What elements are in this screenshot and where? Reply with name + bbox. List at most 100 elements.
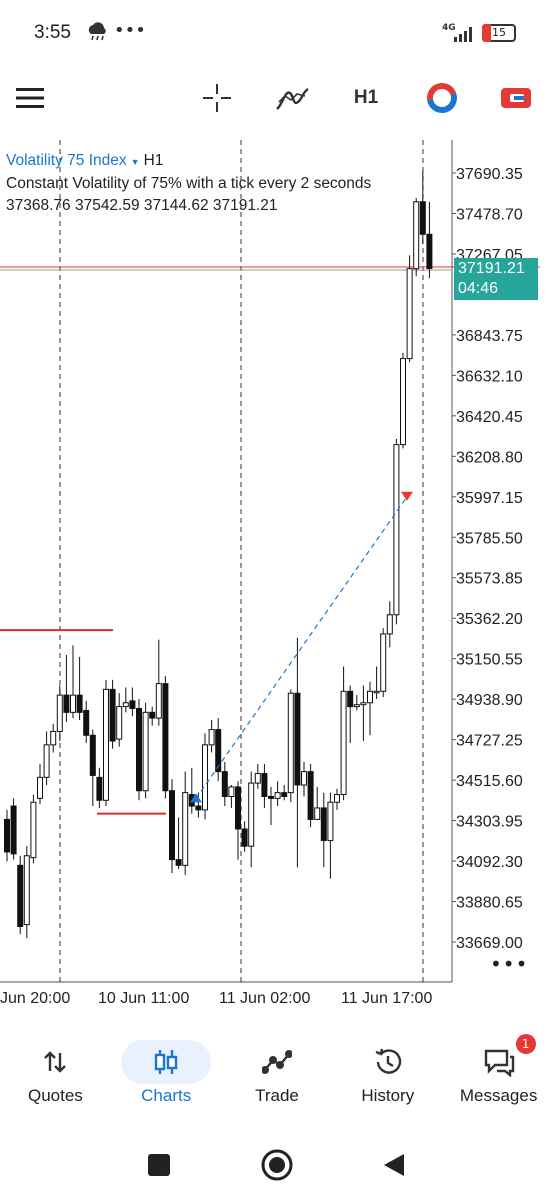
candle-body (235, 786, 241, 830)
candle-body (268, 795, 274, 799)
indicators-icon[interactable] (272, 82, 312, 114)
candle-body (136, 708, 142, 792)
nav-charts[interactable]: Charts (111, 1028, 222, 1124)
triangle-back-icon[interactable] (384, 1154, 404, 1176)
bottom-navigation: Quotes Charts Trade History 1 Messages (0, 1028, 554, 1124)
price-tick-label: 33669.00 (456, 935, 523, 952)
symbol-description: Constant Volatility of 75% with a tick e… (6, 175, 372, 192)
nav-quotes-label: Quotes (27, 1086, 83, 1105)
battery-icon: 15 (482, 24, 516, 42)
candle-body (56, 694, 63, 732)
candle-body (367, 690, 373, 704)
candle-body (347, 690, 354, 708)
price-tick-label: 35785.50 (456, 530, 523, 547)
chart-timeframe: H1 (143, 152, 164, 169)
candle-body (353, 704, 360, 708)
ellipsis-icon: ••• (114, 20, 146, 41)
candlestick-chart-icon (121, 1040, 212, 1084)
battery-level: 15 (492, 26, 506, 39)
price-tick-label: 34938.90 (456, 692, 523, 709)
candle-body (17, 864, 24, 928)
candle-body (340, 690, 347, 796)
candle-body (202, 744, 208, 811)
candle-body (23, 855, 30, 926)
timeframe-button[interactable]: H1 (346, 82, 386, 114)
price-tick-label: 37478.70 (456, 206, 523, 223)
candle-body (4, 818, 10, 853)
candle-body (10, 805, 17, 855)
symbol-name[interactable]: Volatility 75 Index (6, 152, 127, 169)
price-tick-label: 34092.30 (456, 854, 523, 871)
candle-body (175, 859, 182, 866)
candle-body (228, 786, 235, 797)
candle-body (89, 734, 96, 776)
messages-icon: 1 (454, 1034, 544, 1084)
nav-quotes[interactable]: Quotes (0, 1028, 111, 1124)
candle-body (360, 702, 367, 706)
status-time: 3:55 (34, 22, 71, 43)
chart-toolbar: H1 (0, 70, 554, 126)
candle-body (426, 233, 433, 269)
price-tick-label: 36208.80 (456, 449, 523, 466)
circle-home-icon[interactable] (261, 1149, 293, 1181)
candle-body (116, 706, 123, 740)
candle-body (294, 692, 301, 786)
trade-line-icon (232, 1040, 322, 1084)
nav-history-label: History (361, 1086, 415, 1105)
current-price-tag: 37191.21 04:46 (454, 258, 538, 300)
candle-body (281, 792, 288, 797)
candle-body (129, 700, 136, 710)
nav-trade-label: Trade (255, 1086, 299, 1105)
hamburger-menu-icon[interactable] (12, 82, 48, 114)
candle-body (241, 828, 248, 847)
price-chart[interactable]: 37690.35 37478.70 37267.05 36843.75 36632.10… (0, 140, 554, 1010)
candle-body (195, 805, 202, 811)
candle-body (334, 794, 340, 803)
price-tick-label: 36420.45 (456, 409, 523, 426)
square-recent-icon[interactable] (148, 1154, 170, 1176)
price-tick-label: 34515.60 (456, 773, 523, 790)
candle-body (30, 801, 37, 859)
candle-body (208, 729, 215, 746)
candle-body (70, 694, 76, 713)
candle-body (254, 773, 261, 784)
nav-trade[interactable]: Trade (222, 1028, 333, 1124)
candle-body (142, 711, 149, 792)
messages-badge: 1 (515, 1034, 536, 1054)
status-bar: 3:55 ••• 4G 15 (0, 0, 554, 70)
symbol-dropdown-icon[interactable]: ▼ (131, 157, 140, 167)
candle-body (63, 694, 70, 713)
candle-body (122, 702, 129, 708)
account-icon[interactable] (496, 82, 536, 114)
signal-icon (454, 27, 472, 42)
candle-body (386, 614, 393, 635)
quotes-arrows-icon (10, 1040, 100, 1084)
crosshair-icon[interactable] (198, 82, 236, 114)
nav-charts-label: Charts (141, 1086, 192, 1105)
candle-body (373, 690, 380, 694)
price-tick-label: 36843.75 (456, 328, 523, 345)
candle-body (96, 776, 103, 801)
time-tick-label: 11 Jun 02:00 (219, 990, 310, 1007)
nav-messages-label: Messages (459, 1086, 538, 1105)
price-tick-label: 35362.20 (456, 611, 523, 628)
candle-body (287, 692, 294, 794)
candle-body (406, 268, 413, 360)
ohlc-values: 37368.76 37542.59 37144.62 37191.21 (6, 197, 278, 214)
more-horizontal-icon[interactable]: ••• (490, 952, 528, 976)
cloud-rain-icon (88, 22, 106, 41)
candle-body (307, 771, 314, 820)
candle-body (76, 694, 83, 713)
objects-icon[interactable] (422, 82, 462, 114)
timeframe-label: H1 (353, 87, 379, 108)
candle-body (327, 801, 334, 841)
candle-body (320, 807, 327, 841)
candle-body (50, 730, 57, 746)
trade-connection-line (195, 496, 408, 799)
nav-history[interactable]: History (332, 1028, 443, 1124)
price-tick-label: 35150.55 (456, 652, 523, 669)
candle-body (248, 782, 255, 847)
price-tick-label: 35997.15 (456, 490, 523, 507)
nav-messages[interactable]: 1 Messages (443, 1028, 554, 1124)
candle-body (83, 709, 90, 736)
